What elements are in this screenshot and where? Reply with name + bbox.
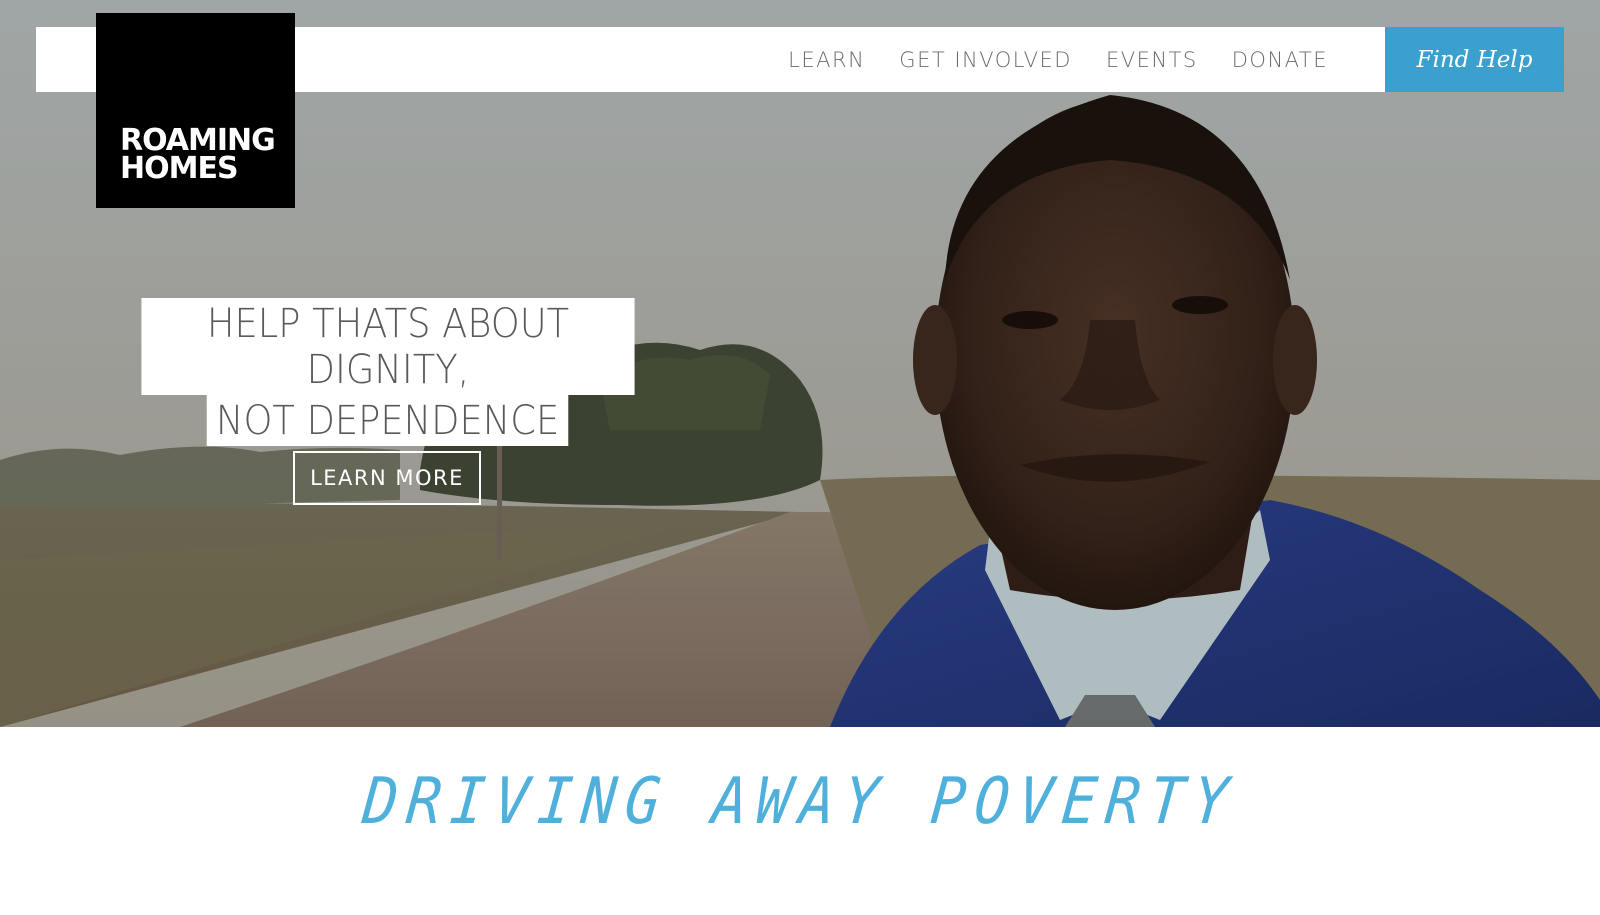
logo-text: ROAMING HOMES [120,126,276,186]
nav-item-events[interactable]: EVENTS [1106,48,1198,72]
hero-headline: HELP THATS ABOUT DIGNITY, NOT DEPENDENCE [120,298,656,446]
nav-item-get-involved[interactable]: GET INVOLVED [899,48,1072,72]
primary-nav: LEARN GET INVOLVED EVENTS DONATE [754,27,1328,92]
logo-line-2: HOMES [120,151,239,186]
headline-line-2: NOT DEPENDENCE [207,395,569,446]
nav-item-learn[interactable]: LEARN [788,48,865,72]
nav-item-donate[interactable]: DONATE [1232,48,1328,72]
brand-logo[interactable]: ROAMING HOMES [96,13,295,208]
section-tagline: DRIVING AWAY POVERTY [359,765,1241,839]
find-help-button[interactable]: Find Help [1385,27,1564,92]
learn-more-button[interactable]: LEARN MORE [293,451,481,505]
headline-line-1: HELP THATS ABOUT DIGNITY, [141,298,635,395]
